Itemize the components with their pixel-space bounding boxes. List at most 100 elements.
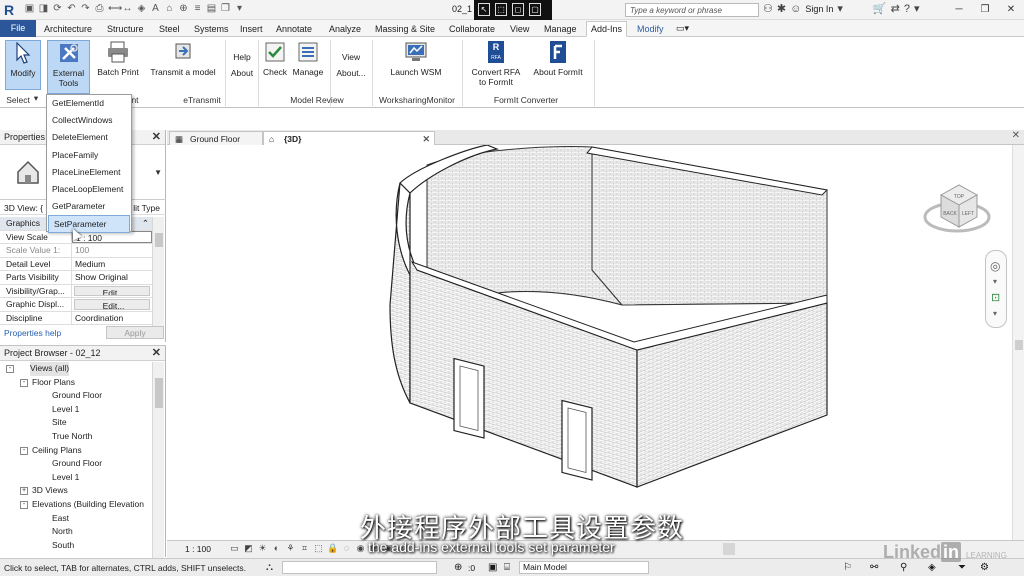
expand-icon[interactable]: + — [20, 487, 28, 496]
text-icon[interactable]: A — [150, 3, 161, 15]
collapse-icon[interactable]: ⌃ — [130, 217, 152, 230]
external-tools-button[interactable]: External Tools — [47, 40, 90, 94]
tree-item[interactable]: Level 1 — [0, 471, 152, 485]
recorder-pointer-icon[interactable]: ↖ — [478, 3, 490, 16]
customize-qat-icon[interactable]: ▾ — [234, 3, 245, 15]
tab-modify[interactable]: Modify — [633, 22, 668, 36]
menu-item-place-loop-element[interactable]: PlaceLoopElement — [47, 181, 131, 198]
search-input[interactable]: Type a keyword or phrase — [625, 3, 759, 17]
properties-scrollbar[interactable] — [152, 217, 164, 327]
visual-style-icon[interactable]: ◩ — [243, 543, 254, 554]
minimize-icon[interactable]: ─ — [946, 0, 972, 20]
tab-add-ins[interactable]: Add-Ins — [586, 21, 628, 37]
view-scale-control[interactable]: 1 : 100 — [185, 544, 211, 554]
dimension-icon[interactable]: ↔ — [122, 3, 133, 15]
scrollbar-thumb[interactable] — [1015, 340, 1023, 350]
scrollbar-box[interactable] — [723, 543, 735, 555]
tab-steel[interactable]: Steel — [155, 22, 184, 36]
view-cube[interactable]: TOP BACK LEFT — [917, 173, 997, 241]
sign-in-link[interactable]: Sign In — [805, 4, 833, 14]
steering-wheel-icon[interactable]: ◎ — [990, 259, 1000, 273]
tab-view[interactable]: View — [506, 22, 533, 36]
crop-region-icon[interactable]: ⬚ — [313, 543, 324, 554]
close-icon[interactable]: ✕ — [422, 132, 430, 146]
temp-hide-icon[interactable]: ◌ — [341, 543, 352, 554]
exchange-icon[interactable]: ⇄ — [891, 2, 900, 15]
manage-button[interactable]: Manage — [290, 40, 326, 90]
chevron-down-icon[interactable]: ▾ — [993, 309, 997, 318]
chevron-down-icon[interactable]: ▾ — [914, 2, 920, 15]
tree-item[interactable]: - Views (all) — [0, 362, 152, 376]
detail-level-icon[interactable]: ▭ — [229, 543, 240, 554]
select-chevron-icon[interactable]: ▾ — [30, 92, 42, 104]
collapse-icon[interactable]: - — [20, 446, 28, 455]
measure-icon[interactable]: ⟷ — [108, 3, 122, 15]
tree-item[interactable]: - Ceiling Plans — [0, 444, 152, 458]
print-icon[interactable]: ⎙ — [94, 3, 105, 15]
tree-item[interactable]: +3D Views — [0, 484, 152, 498]
render-icon[interactable]: ⚘ — [285, 543, 296, 554]
chevron-down-icon[interactable]: ▼ — [154, 168, 162, 177]
check-button[interactable]: Check — [260, 40, 290, 90]
menu-item-place-family[interactable]: PlaceFamily — [47, 147, 131, 164]
editable-only-icon[interactable]: ⚐ — [843, 562, 852, 573]
tab-systems[interactable]: Systems — [190, 22, 233, 36]
tree-item[interactable]: - Floor Plans — [0, 376, 152, 390]
section-icon[interactable]: ⊕ — [178, 3, 189, 15]
about-ellipsis-button[interactable]: About... — [333, 68, 369, 84]
design-options-icon[interactable]: ⊕ — [454, 562, 462, 573]
cart-icon[interactable]: 🛒 — [873, 2, 887, 15]
subscription-icon[interactable]: ✱ — [777, 2, 786, 15]
tab-structure[interactable]: Structure — [103, 22, 148, 36]
maximize-icon[interactable]: ❐ — [972, 0, 998, 20]
menu-item-collect-windows[interactable]: CollectWindows — [47, 112, 131, 129]
active-only-icon[interactable]: ▣ — [488, 562, 497, 573]
chevron-down-icon[interactable]: ▾ — [837, 2, 843, 15]
about-button[interactable]: About — [227, 68, 257, 84]
recorder-select-icon[interactable]: ⬚ — [495, 3, 507, 16]
revit-logo[interactable]: R — [4, 2, 19, 18]
crop-icon[interactable]: ⌗ — [299, 543, 310, 554]
tab-collaborate[interactable]: Collaborate — [445, 22, 499, 36]
select-group-label[interactable]: Select — [4, 94, 32, 106]
tree-item[interactable]: Ground Floor — [0, 389, 152, 403]
tab-insert[interactable]: Insert — [236, 22, 267, 36]
workset-icon[interactable]: ⛬ — [266, 562, 273, 573]
menu-item-get-element-id[interactable]: GetElementId — [47, 95, 131, 112]
tree-item[interactable]: Site — [0, 416, 152, 430]
menu-item-set-parameter[interactable]: SetParameter — [48, 215, 130, 233]
tab-ground-floor[interactable]: ▦ Ground Floor — [169, 131, 263, 145]
launch-wsm-button[interactable]: Launch WSM — [385, 40, 447, 90]
recorder-capture-icon[interactable]: ◻ — [512, 3, 524, 16]
user-icon[interactable]: ☺ — [790, 3, 801, 15]
close-icon[interactable]: ✕ — [1012, 130, 1020, 141]
browser-scrollbar[interactable] — [152, 362, 164, 558]
recorder-window-icon[interactable]: ▢ — [529, 3, 541, 16]
tab-annotate[interactable]: Annotate — [272, 22, 316, 36]
modify-button[interactable]: Modify — [5, 40, 41, 90]
viewport-scrollbar[interactable] — [1012, 145, 1024, 540]
sun-path-icon[interactable]: ☀ — [257, 543, 268, 554]
about-formit-button[interactable]: About FormIt — [528, 40, 588, 90]
edit-type-button[interactable]: lit Type — [133, 201, 160, 215]
tab-3d-view[interactable]: ⌂ {3D} ✕ — [263, 131, 435, 145]
menu-item-place-line-element[interactable]: PlaceLineElement — [47, 164, 131, 181]
tree-item[interactable]: East — [0, 512, 152, 526]
menu-item-get-parameter[interactable]: GetParameter — [47, 198, 131, 215]
zoom-icon[interactable]: ⊡ — [991, 291, 1000, 304]
apply-button[interactable]: Apply — [106, 326, 164, 339]
scrollbar-thumb[interactable] — [155, 233, 163, 247]
tab-architecture[interactable]: Architecture — [40, 22, 96, 36]
close-icon[interactable]: ✕ — [152, 130, 161, 145]
tab-file[interactable]: File — [0, 20, 36, 37]
collapse-icon[interactable]: - — [6, 365, 14, 373]
properties-help-link[interactable]: Properties help — [4, 328, 61, 338]
tree-item[interactable]: Level 1 — [0, 403, 152, 417]
binoculars-icon[interactable]: ⚇ — [763, 2, 773, 15]
convert-rfa-button[interactable]: R RFA Convert RFA to FormIt — [468, 40, 524, 90]
sync-icon[interactable]: ⟳ — [52, 3, 63, 15]
tree-item[interactable]: South — [0, 539, 152, 553]
detail-level-select[interactable]: Medium — [72, 258, 152, 271]
collapse-icon[interactable]: - — [20, 378, 28, 387]
select-pinned-icon[interactable]: ⚲ — [900, 562, 907, 573]
